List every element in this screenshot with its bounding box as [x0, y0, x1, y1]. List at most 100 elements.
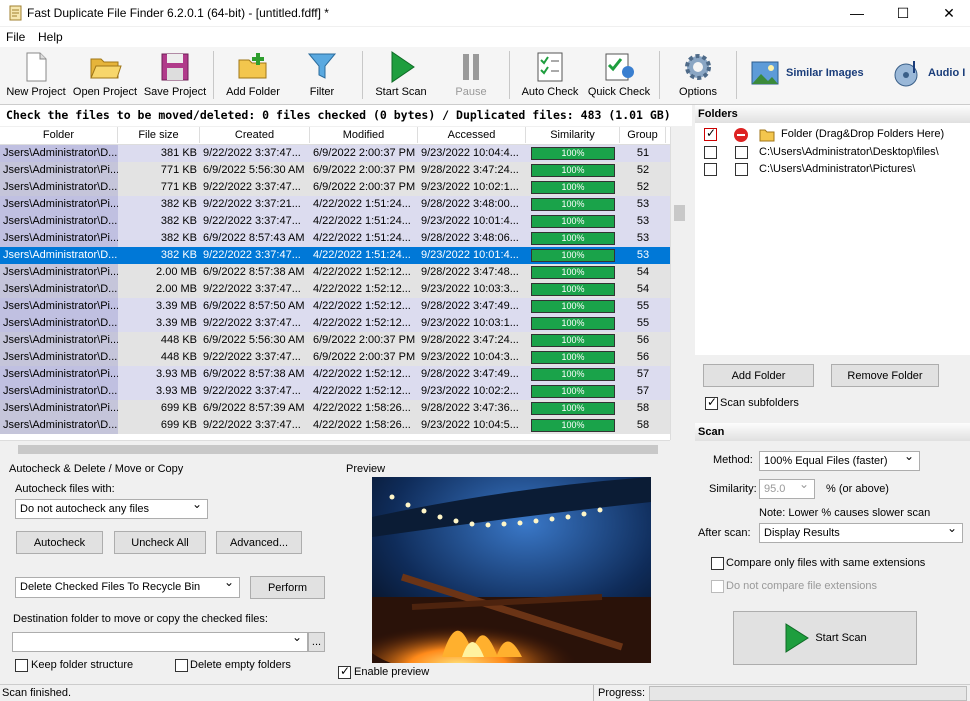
- table-row[interactable]: Jsers\Administrator\Pi... 382 KB 9/22/2022…: [0, 196, 670, 213]
- table-row[interactable]: Jsers\Administrator\D... 381 KB 9/22/2022 …: [0, 145, 670, 162]
- cell-created: 9/22/2022 3:37:47...: [203, 249, 301, 261]
- table-row[interactable]: Jsers\Administrator\D... 2.00 MB 9/22/2022…: [0, 281, 670, 298]
- table-row[interactable]: Jsers\Administrator\Pi... 2.00 MB 6/9/2022…: [0, 264, 670, 281]
- audio-button[interactable]: Audio I: [892, 57, 965, 89]
- uncheck-all-button[interactable]: Uncheck All: [114, 531, 206, 554]
- browse-button[interactable]: ...: [308, 632, 325, 652]
- similarity-label: Similarity:: [709, 483, 757, 495]
- new-project-button[interactable]: New Project: [4, 50, 68, 102]
- cell-group: 57: [636, 368, 650, 380]
- similarity-bar: 100%: [531, 317, 615, 330]
- table-row[interactable]: Jsers\Administrator\D... 382 KB 9/22/2022 …: [0, 247, 670, 264]
- col-similarity[interactable]: Similarity: [526, 127, 620, 143]
- table-row[interactable]: Jsers\Administrator\Pi... 3.39 MB 6/9/2022…: [0, 298, 670, 315]
- col-created[interactable]: Created: [200, 127, 310, 143]
- open-project-button[interactable]: Open Project: [72, 50, 138, 102]
- table-row[interactable]: Jsers\Administrator\D... 771 KB 9/22/2022 …: [0, 179, 670, 196]
- cell-modified: 4/22/2022 1:51:24...: [313, 232, 411, 244]
- cell-file-size: 381 KB: [160, 147, 197, 159]
- table-row[interactable]: Jsers\Administrator\D... 3.39 MB 9/22/2022…: [0, 315, 670, 332]
- cell-created: 6/9/2022 5:56:30 AM: [203, 334, 305, 346]
- options-button[interactable]: Options: [668, 50, 728, 102]
- table-row[interactable]: Jsers\Administrator\D... 382 KB 9/22/2022 …: [0, 213, 670, 230]
- similarity-bar: 100%: [531, 419, 615, 432]
- app-icon: [8, 5, 24, 21]
- toolbar-separator: [736, 51, 737, 99]
- scroll-thumb[interactable]: [674, 205, 685, 221]
- filter-button[interactable]: Filter: [292, 50, 352, 102]
- method-select[interactable]: 100% Equal Files (faster): [759, 449, 920, 471]
- similarity-bar: 100%: [531, 351, 615, 364]
- delete-empty-checkbox[interactable]: [175, 659, 188, 672]
- image-icon: [751, 61, 779, 85]
- table-row[interactable]: Jsers\Administrator\D... 3.93 MB 9/22/2022…: [0, 383, 670, 400]
- similarity-input[interactable]: 95.0: [759, 477, 815, 499]
- folder-item-root[interactable]: Folder (Drag&Drop Folders Here): [781, 128, 944, 140]
- exclude-icon[interactable]: [734, 128, 748, 142]
- folder-item-pictures[interactable]: C:\Users\Administrator\Pictures\: [759, 163, 915, 175]
- folder-root-checkbox[interactable]: [704, 126, 717, 141]
- menu-help[interactable]: Help: [38, 30, 63, 44]
- pause-button[interactable]: Pause: [440, 50, 502, 102]
- preview-image: [372, 477, 651, 663]
- scan-subfolders-checkbox[interactable]: [705, 395, 718, 410]
- similar-images-button[interactable]: Similar Images: [750, 57, 864, 89]
- auto-check-button[interactable]: Auto Check: [518, 50, 582, 102]
- save-project-button[interactable]: Save Project: [142, 50, 208, 102]
- destination-input[interactable]: [12, 630, 308, 652]
- cell-created: 6/9/2022 5:56:30 AM: [203, 164, 305, 176]
- folder-exclude-checkbox[interactable]: [735, 163, 748, 176]
- results-grid[interactable]: Folder File size Created Modified Access…: [0, 127, 670, 440]
- cell-created: 9/22/2022 3:37:47...: [203, 283, 301, 295]
- col-folder[interactable]: Folder: [0, 127, 118, 143]
- folders-header: Folders: [695, 105, 970, 123]
- table-row[interactable]: Jsers\Administrator\Pi... 3.93 MB 6/9/2022…: [0, 366, 670, 383]
- table-row[interactable]: Jsers\Administrator\D... 699 KB 9/22/2022 …: [0, 417, 670, 434]
- col-file-size[interactable]: File size: [118, 127, 200, 143]
- grid-horizontal-scrollbar[interactable]: [0, 440, 670, 457]
- cell-folder: Jsers\Administrator\D...: [0, 315, 118, 332]
- add-folder-button-pane[interactable]: Add Folder: [703, 364, 814, 387]
- folder-include-checkbox[interactable]: [704, 163, 717, 176]
- folder-item-desktop-files[interactable]: C:\Users\Administrator\Desktop\files\: [759, 146, 939, 158]
- table-row[interactable]: Jsers\Administrator\Pi... 448 KB 6/9/2022 …: [0, 332, 670, 349]
- cell-folder: Jsers\Administrator\Pi...: [0, 162, 118, 179]
- autocheck-select[interactable]: Do not autocheck any files: [15, 497, 208, 519]
- table-row[interactable]: Jsers\Administrator\Pi... 771 KB 6/9/2022 …: [0, 162, 670, 179]
- start-scan-toolbar-button[interactable]: Start Scan: [370, 50, 432, 102]
- menu-file[interactable]: File: [6, 30, 25, 44]
- grid-vertical-scrollbar[interactable]: [670, 127, 687, 440]
- quick-check-button[interactable]: Quick Check: [586, 50, 652, 102]
- cell-accessed: 9/28/2022 3:47:48...: [421, 266, 519, 278]
- play-icon: [785, 623, 810, 653]
- scroll-thumb[interactable]: [18, 445, 658, 454]
- table-row[interactable]: Jsers\Administrator\D... 448 KB 9/22/2022 …: [0, 349, 670, 366]
- add-folder-button[interactable]: Add Folder: [222, 50, 284, 102]
- table-row[interactable]: Jsers\Administrator\Pi... 699 KB 6/9/2022 …: [0, 400, 670, 417]
- close-button[interactable]: ✕: [926, 0, 970, 26]
- action-select[interactable]: Delete Checked Files To Recycle Bin: [15, 575, 240, 598]
- col-modified[interactable]: Modified: [310, 127, 418, 143]
- folder-exclude-checkbox[interactable]: [735, 146, 748, 159]
- start-scan-button[interactable]: Start Scan: [733, 611, 917, 665]
- col-accessed[interactable]: Accessed: [418, 127, 526, 143]
- table-row[interactable]: Jsers\Administrator\Pi... 382 KB 6/9/2022 …: [0, 230, 670, 247]
- window-title: Fast Duplicate File Finder 6.2.0.1 (64-b…: [27, 6, 329, 20]
- advanced-button[interactable]: Advanced...: [216, 531, 302, 554]
- cell-accessed: 9/23/2022 10:01:4...: [421, 215, 519, 227]
- enable-preview-checkbox[interactable]: [338, 664, 351, 679]
- remove-folder-button[interactable]: Remove Folder: [831, 364, 939, 387]
- keep-structure-checkbox[interactable]: [15, 659, 28, 672]
- maximize-button[interactable]: ☐: [880, 0, 926, 26]
- col-group[interactable]: Group: [620, 127, 666, 143]
- no-compare-ext-checkbox[interactable]: [711, 580, 724, 593]
- after-scan-select[interactable]: Display Results: [759, 521, 963, 543]
- toolbar-separator: [213, 51, 214, 99]
- similarity-bar: 100%: [531, 385, 615, 398]
- cell-group: 53: [636, 215, 650, 227]
- folder-include-checkbox[interactable]: [704, 146, 717, 159]
- autocheck-button[interactable]: Autocheck: [16, 531, 103, 554]
- perform-button[interactable]: Perform: [250, 576, 325, 599]
- same-extension-checkbox[interactable]: [711, 557, 724, 570]
- minimize-button[interactable]: —: [834, 0, 880, 26]
